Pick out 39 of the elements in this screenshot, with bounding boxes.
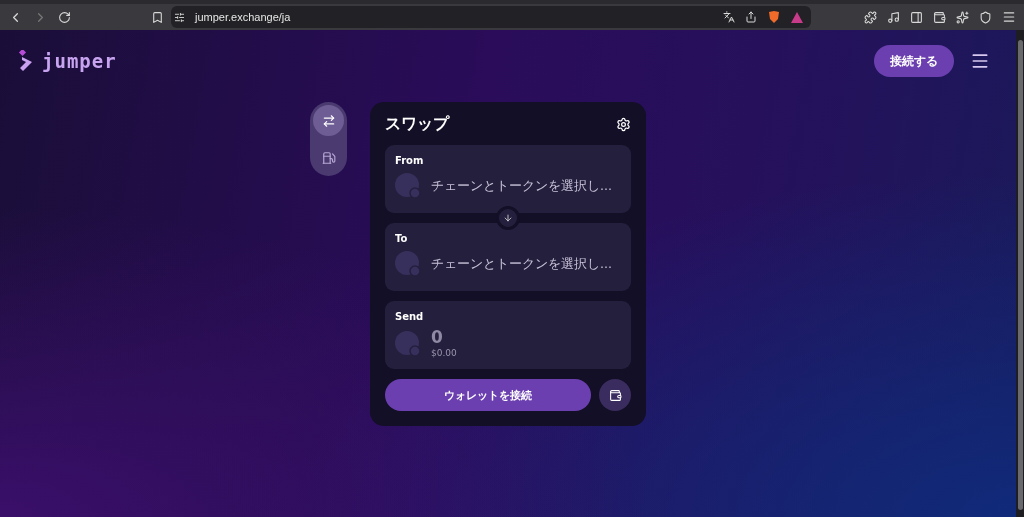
select-token-button[interactable]: チェーンとトークンを選択し... [431, 177, 612, 195]
reload-icon[interactable] [58, 10, 71, 24]
usd-value: $0.00 [431, 348, 457, 358]
swap-arrows-icon [321, 113, 336, 128]
bookmark-icon[interactable] [151, 10, 164, 24]
connect-wallet-button[interactable]: ウォレットを接続 [385, 379, 591, 411]
settings-icon[interactable] [616, 117, 631, 132]
panel-label: To [395, 233, 409, 244]
panel-label: Send [395, 311, 425, 322]
sparkle-icon[interactable] [956, 10, 969, 24]
token-placeholder-icon [395, 251, 421, 277]
connect-button[interactable]: 接続する [874, 45, 954, 77]
token-placeholder-icon [395, 173, 421, 199]
select-token-button[interactable]: チェーンとトークンを選択し... [431, 255, 612, 273]
fuel-pump-icon [321, 150, 336, 165]
menu-icon[interactable] [970, 51, 990, 71]
triangle-icon[interactable] [791, 11, 803, 23]
menu-icon[interactable] [1002, 10, 1016, 24]
wallet-icon [608, 388, 622, 402]
music-icon[interactable] [887, 10, 900, 24]
extensions-icon[interactable] [864, 10, 877, 24]
site-settings-icon[interactable] [174, 11, 185, 23]
arrow-down-icon [503, 213, 513, 223]
sidebar-icon[interactable] [910, 10, 923, 24]
card-title: スワップ [385, 114, 449, 135]
scrollbar-thumb[interactable] [1017, 40, 1023, 510]
nav-button[interactable] [313, 105, 344, 136]
shield-icon[interactable] [767, 10, 781, 24]
translate-icon[interactable] [723, 11, 735, 23]
logo-text: jumper [42, 50, 117, 72]
panel-label: From [395, 155, 425, 166]
wallet-icon[interactable] [933, 10, 946, 24]
flip-button[interactable] [496, 206, 520, 230]
vpn-shield-icon[interactable] [979, 10, 992, 24]
token-placeholder-icon [395, 330, 421, 357]
share-icon[interactable] [745, 11, 757, 23]
url-text: jumper.exchange/ja [195, 11, 291, 23]
amount-text: 0 [431, 329, 444, 346]
wallet-button[interactable] [599, 379, 631, 411]
